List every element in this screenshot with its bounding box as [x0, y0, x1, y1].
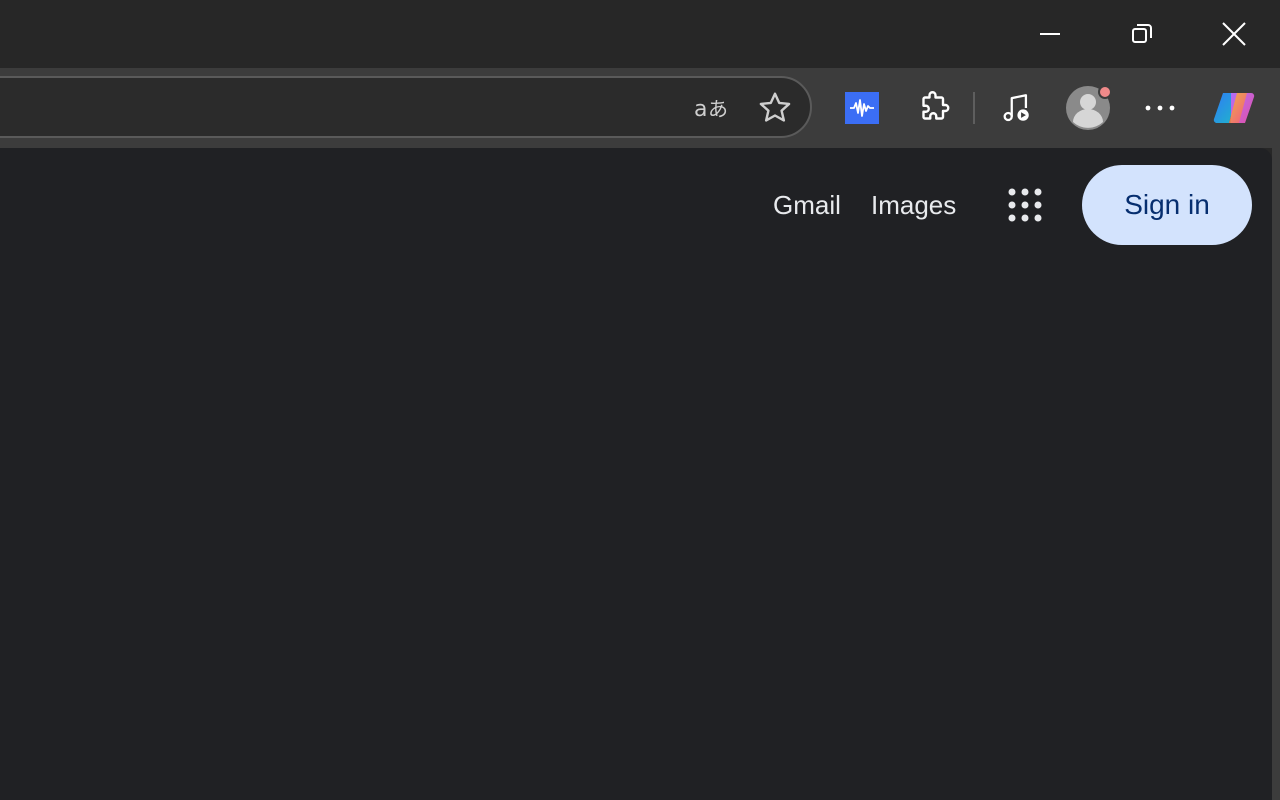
media-control-button[interactable]	[992, 84, 1040, 132]
close-button[interactable]	[1188, 0, 1280, 68]
images-link[interactable]: Images	[871, 188, 956, 222]
audio-extension-button[interactable]	[838, 84, 886, 132]
restore-icon	[1132, 24, 1152, 43]
google-apps-button[interactable]	[1002, 182, 1048, 228]
close-icon	[1222, 22, 1246, 46]
page-content	[0, 148, 1272, 800]
minimize-icon	[1040, 33, 1060, 35]
svg-text:a: a	[694, 97, 707, 122]
apps-grid-icon	[1008, 188, 1042, 222]
translate-button[interactable]: a あ	[688, 84, 736, 132]
avatar-icon	[1066, 85, 1112, 130]
toolbar-separator	[973, 92, 975, 124]
extensions-button[interactable]	[910, 84, 958, 132]
puzzle-icon	[922, 91, 950, 120]
settings-more-button[interactable]	[1136, 84, 1184, 132]
translate-icon: a あ	[694, 97, 728, 122]
audio-wave-extension-icon	[845, 92, 879, 124]
title-bar	[0, 0, 1280, 68]
browser-toolbar: a あ	[0, 68, 1280, 148]
sign-in-button[interactable]: Sign in	[1082, 165, 1252, 245]
window-edge	[1272, 148, 1280, 800]
copilot-button[interactable]	[1210, 84, 1258, 132]
profile-button[interactable]	[1062, 82, 1114, 134]
star-icon	[759, 92, 791, 122]
music-note-icon	[1003, 94, 1029, 122]
svg-text:あ: あ	[708, 97, 728, 121]
copilot-icon	[1213, 92, 1255, 124]
gmail-link[interactable]: Gmail	[773, 188, 841, 222]
more-horizontal-icon	[1145, 105, 1175, 111]
favorite-button[interactable]	[751, 84, 799, 132]
minimize-button[interactable]	[1004, 0, 1096, 68]
restore-button[interactable]	[1096, 0, 1188, 68]
